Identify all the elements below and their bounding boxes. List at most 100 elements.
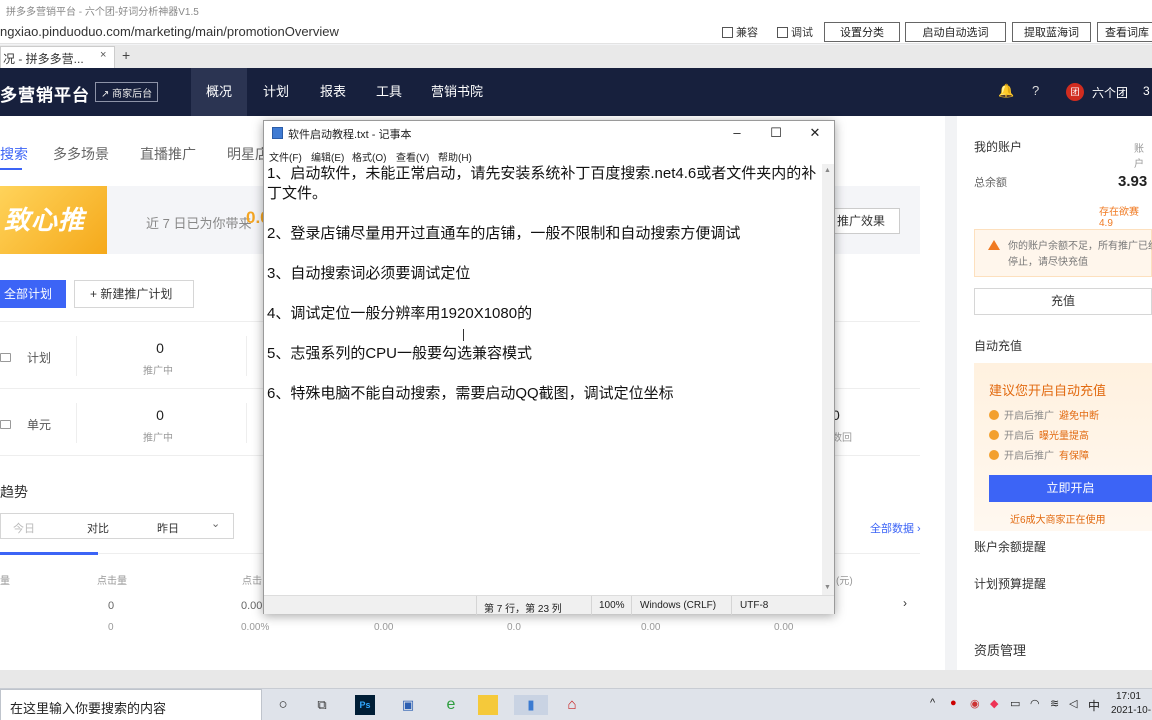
debug-label: 调试 [791, 27, 813, 39]
set-category-button[interactable]: 设置分类 [824, 22, 900, 42]
tray-app-icon[interactable]: ◉ [970, 697, 980, 710]
extract-blue-ocean-button[interactable]: 提取蓝海词 [1012, 22, 1091, 42]
nav-tools[interactable]: 工具 [368, 68, 410, 116]
check-icon [989, 409, 999, 420]
promo-item-text: 开启后 [1004, 431, 1034, 442]
new-tab-icon[interactable]: + [122, 47, 130, 63]
account-title: 我的账户 [974, 140, 1023, 154]
tab-search[interactable]: 搜索 [0, 144, 28, 164]
ime-icon[interactable]: 中 [1088, 697, 1100, 714]
tab-live[interactable]: 直播推广 [140, 144, 196, 164]
date-filter[interactable]: 今日 对比 昨日 ⌄ [0, 513, 234, 539]
scroll-down-icon[interactable]: ▼ [824, 584, 831, 591]
notepad-task-icon[interactable]: ▮ [514, 695, 548, 715]
tray-wifi-icon[interactable]: ≋ [1050, 697, 1059, 710]
maximize-icon[interactable]: ☐ [756, 123, 796, 143]
chevron-down-icon[interactable]: ⌄ [211, 517, 220, 530]
minimize-icon[interactable]: – [717, 123, 757, 143]
tray-battery-icon[interactable]: ▭ [1010, 697, 1020, 710]
balance-reminder-link[interactable]: 账户余额提醒 [974, 538, 1046, 555]
banner-text: 近 7 日已为你带来 [146, 216, 252, 231]
merchant-backend-button[interactable]: ↗ 商家后台 [95, 82, 159, 102]
app-task-icon[interactable]: ⌂ [562, 695, 582, 715]
tab-scene[interactable]: 多多场景 [53, 144, 109, 164]
nav-academy[interactable]: 营销书院 [428, 68, 486, 116]
trend-title: 趋势 [0, 484, 28, 500]
filter-yesterday[interactable]: 昨日 [157, 520, 179, 536]
new-plan-button[interactable]: + 新建推广计划 [74, 280, 194, 308]
chevron-right-icon[interactable]: › [903, 596, 907, 610]
promo-note: 近6成大商家正在使用 [1010, 515, 1106, 526]
user-name[interactable]: 六个团 [1092, 84, 1128, 101]
nav-report[interactable]: 报表 [312, 68, 354, 116]
cortana-icon[interactable]: ○ [273, 695, 293, 715]
menu-format[interactable]: 格式(O) [352, 149, 386, 164]
close-icon[interactable]: ✕ [795, 123, 835, 143]
budget-reminder-link[interactable]: 计划预算提醒 [974, 575, 1046, 592]
scroll-up-icon[interactable]: ▲ [824, 167, 831, 174]
table-cell: 0 [108, 622, 114, 633]
horizontal-scrollbar[interactable] [0, 670, 1152, 688]
line-ending: Windows (CRLF) [640, 600, 717, 611]
cursor-position: 第 7 行，第 23 列 [484, 604, 562, 615]
text-line [267, 204, 822, 224]
menu-help[interactable]: 帮助(H) [438, 149, 472, 164]
text-line: 2、登录店铺尽量用开过直通车的店铺，一般不限制和自动搜索方便调试 [267, 225, 741, 242]
tray-network-icon[interactable]: ◠ [1030, 697, 1040, 710]
filter-today[interactable]: 今日 [13, 520, 35, 536]
recharge-button[interactable]: 充值 [974, 288, 1152, 315]
clock-date: 2021-10- [1111, 705, 1152, 716]
network-tool-icon[interactable]: ▣ [398, 695, 418, 715]
tab-label: 况 - 拼多多营... [3, 52, 84, 66]
tray-app-icon[interactable]: ◆ [990, 697, 998, 710]
tray-record-icon[interactable]: ● [950, 697, 957, 709]
menu-view[interactable]: 查看(V) [396, 149, 429, 164]
nav-overview[interactable]: 概况 [191, 68, 247, 116]
nav-plan[interactable]: 计划 [255, 68, 297, 116]
account-link[interactable]: 账户 [1134, 140, 1152, 170]
avatar[interactable]: 团 [1066, 83, 1084, 101]
notepad-statusbar: 第 7 行，第 23 列 100% Windows (CRLF) UTF-8 [264, 595, 834, 615]
address-url[interactable]: ngxiao.pinduoduo.com/marketing/main/prom… [0, 24, 339, 39]
view-wordbank-button[interactable]: 查看词库 [1097, 22, 1152, 42]
filter-compare: 对比 [87, 523, 109, 535]
folder-icon[interactable] [478, 695, 498, 715]
browser-tab[interactable]: 况 - 拼多多营... [0, 46, 115, 68]
tab-close-icon[interactable]: × [100, 49, 106, 61]
text-line [267, 364, 822, 384]
table-header: 点击量 [97, 576, 127, 587]
notepad-text-area[interactable]: 1、启动软件，未能正常启动，请先安装系统补丁百度搜索.net4.6或者文件夹内的… [264, 164, 822, 595]
stats-right-sub: 数回 [832, 433, 852, 444]
checkbox-box-icon [722, 26, 733, 38]
tray-expand-icon[interactable]: ^ [930, 697, 935, 709]
debug-checkbox[interactable]: 调试 [777, 24, 813, 40]
stats-sub: 推广中 [143, 433, 173, 444]
divider [76, 403, 77, 443]
taskbar-search-input[interactable]: 在这里输入你要搜索的内容 [0, 689, 262, 720]
all-plans-button[interactable]: 全部计划 [0, 280, 66, 308]
task-view-icon[interactable]: ⧉ [312, 695, 332, 715]
enable-now-button[interactable]: 立即开启 [989, 475, 1152, 502]
system-clock[interactable]: 17:01 2021-10- [1111, 690, 1151, 718]
qualification-title[interactable]: 资质管理 [974, 640, 1026, 659]
check-icon [989, 429, 999, 440]
start-auto-select-button[interactable]: 启动自动选词 [905, 22, 1006, 42]
table-header: 量 [0, 576, 10, 587]
tray-volume-icon[interactable]: ◁ [1069, 697, 1077, 710]
vertical-scrollbar[interactable]: ▲ ▼ [822, 164, 834, 595]
browser-icon[interactable]: e [441, 695, 461, 715]
stats-label: 单元 [0, 416, 51, 433]
compat-checkbox[interactable]: 兼容 [722, 24, 758, 40]
account-panel: 我的账户 账户 总余额 3.93 存在欲赛 4.9 你的账户余额不足，所有推广已… [957, 116, 1152, 670]
photoshop-icon[interactable]: Ps [355, 695, 375, 715]
menu-file[interactable]: 文件(F) [269, 149, 302, 164]
menu-edit[interactable]: 编辑(E) [311, 149, 344, 164]
help-icon[interactable]: ? [1032, 83, 1039, 98]
divider [591, 596, 592, 615]
bell-icon[interactable]: 🔔 [998, 83, 1014, 99]
table-cell: 0.00 [241, 600, 263, 612]
stats-value: 0 [156, 407, 164, 423]
text-line: 4、调试定位一般分辨率用1920X1080的 [267, 305, 533, 322]
all-data-link[interactable]: 全部数据 › [870, 520, 921, 536]
table-cell: 0.00 [641, 622, 661, 633]
